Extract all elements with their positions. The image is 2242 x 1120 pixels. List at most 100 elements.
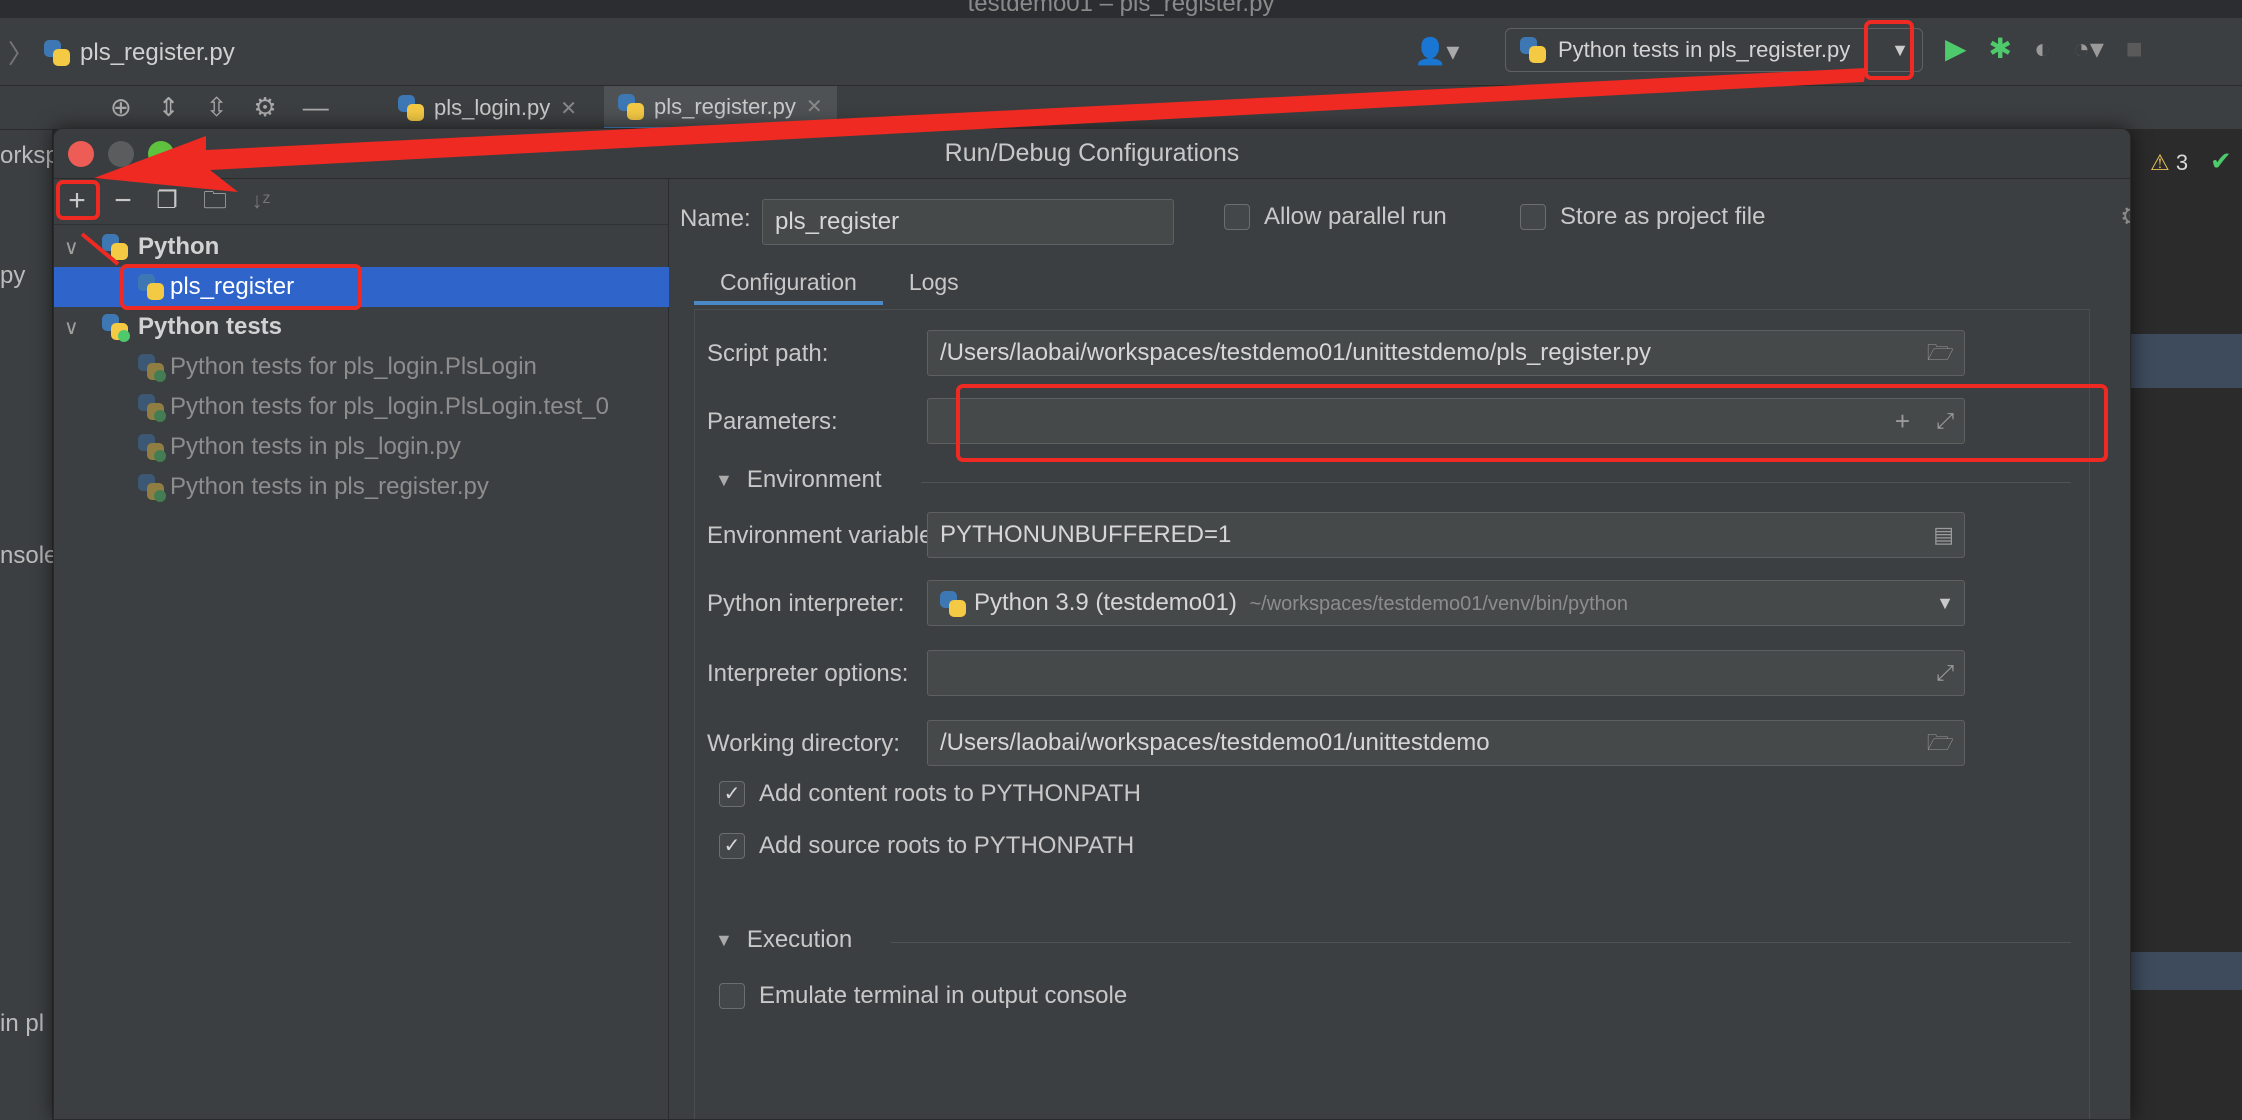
tree-group-python-tests[interactable]: ∨ Python tests	[54, 307, 669, 347]
checkbox-label: Add source roots to PYTHONPATH	[759, 832, 1135, 859]
tree-item-test-config[interactable]: Python tests for pls_login.PlsLogin.test…	[54, 387, 669, 427]
config-tabs: Configuration Logs	[694, 259, 985, 305]
chevron-down-icon[interactable]: ∨	[64, 315, 79, 340]
stop-icon[interactable]: ■	[2126, 33, 2143, 65]
warning-icon: ⚠	[2150, 150, 2170, 175]
environment-section[interactable]: ▼ Environment	[715, 466, 882, 494]
run-config-label: Python tests in pls_register.py	[1558, 37, 1851, 62]
tree-label: Python	[138, 233, 220, 260]
divider	[891, 942, 2071, 943]
new-folder-icon[interactable]: 🗀	[196, 183, 234, 221]
folder-icon[interactable]: 🗁	[1927, 331, 1954, 375]
name-field[interactable]: pls_register	[762, 199, 1174, 245]
close-window-button[interactable]	[68, 141, 94, 167]
inspection-widget[interactable]: ⚠ 3	[2150, 150, 2188, 176]
gear-icon[interactable]: ⚙	[253, 92, 276, 123]
tab-pls-register[interactable]: pls_register.py ✕	[604, 86, 837, 130]
script-path-field[interactable]: /Users/laobai/workspaces/testdemo01/unit…	[927, 330, 1965, 376]
tab-logs[interactable]: Logs	[883, 259, 985, 305]
python-tests-icon	[138, 394, 166, 422]
tree-group-python[interactable]: ∨ Python	[54, 227, 669, 267]
env-vars-value: PYTHONUNBUFFERED=1	[940, 521, 1232, 548]
python-tests-icon	[138, 354, 166, 382]
checkbox-box[interactable]: ✓	[719, 833, 745, 859]
checkbox-box[interactable]	[1520, 204, 1546, 230]
document-icon[interactable]: ▤	[1933, 513, 1954, 557]
breadcrumb-separator: 〉	[8, 39, 35, 69]
interp-options-label: Interpreter options:	[707, 660, 909, 687]
tree-item-test-config[interactable]: Python tests in pls_login.py	[54, 427, 669, 467]
run-icon[interactable]: ▶	[1945, 32, 1967, 65]
parameters-label: Parameters:	[707, 408, 838, 435]
name-label: Name:	[680, 205, 751, 232]
tree-label: Python tests in pls_register.py	[170, 473, 489, 500]
close-icon[interactable]: ✕	[560, 96, 577, 121]
config-editor-pane: Name: pls_register Allow parallel run St…	[670, 179, 2130, 1119]
python-tests-icon	[102, 314, 130, 342]
annotation-dropdown-box	[1864, 20, 1914, 80]
editor-highlight	[2130, 334, 2242, 388]
check-icon[interactable]: ✔	[2210, 146, 2232, 177]
sort-icon[interactable]: ↓ᶻ	[242, 183, 280, 221]
section-title: Execution	[746, 926, 853, 953]
checkbox-label: Emulate terminal in output console	[759, 982, 1128, 1009]
triangle-down-icon[interactable]: ▼	[715, 930, 733, 951]
expand-icon[interactable]: ⤢	[1936, 651, 1954, 695]
divider	[921, 482, 2071, 483]
user-icon[interactable]: 👤▾	[1414, 36, 1462, 68]
profile-icon[interactable]: ◔▾	[2073, 32, 2104, 65]
breadcrumb-file[interactable]: pls_register.py	[80, 39, 235, 67]
interpreter-select[interactable]: Python 3.9 (testdemo01) ~/workspaces/tes…	[927, 580, 1965, 626]
debug-icon[interactable]: ✱	[1989, 32, 2012, 65]
script-path-value: /Users/laobai/workspaces/testdemo01/unit…	[940, 339, 1652, 366]
collapse-all-icon[interactable]: ⇳	[206, 92, 228, 123]
store-project-checkbox[interactable]: Store as project file	[1520, 203, 1765, 231]
close-icon[interactable]: ✕	[806, 94, 823, 119]
zoom-window-button[interactable]	[148, 141, 174, 167]
checkbox-box[interactable]	[719, 983, 745, 1009]
coverage-icon[interactable]: ◐	[2034, 33, 2051, 65]
copy-config-icon[interactable]: ❐	[148, 183, 186, 221]
execution-section[interactable]: ▼ Execution	[715, 926, 852, 954]
hide-icon[interactable]: —	[303, 92, 329, 123]
gear-icon[interactable]: ⚙	[2120, 201, 2130, 232]
checkbox-box[interactable]	[1224, 204, 1250, 230]
folder-icon[interactable]: 🗁	[1927, 721, 1954, 765]
python-tests-icon	[138, 474, 166, 502]
tree-item-test-config[interactable]: Python tests in pls_register.py	[54, 467, 669, 507]
tab-label: pls_register.py	[654, 93, 796, 119]
script-path-label: Script path:	[707, 340, 829, 367]
interpreter-name: Python 3.9 (testdemo01)	[974, 589, 1237, 616]
checkbox-box[interactable]: ✓	[719, 781, 745, 807]
tree-label: Python tests for pls_login.PlsLogin	[170, 353, 537, 380]
checkbox-label: Add content roots to PYTHONPATH	[759, 780, 1141, 807]
source-roots-checkbox[interactable]: ✓ Add source roots to PYTHONPATH	[719, 832, 1134, 860]
env-vars-label: Environment variables:	[707, 522, 952, 549]
working-dir-field[interactable]: /Users/laobai/workspaces/testdemo01/unit…	[927, 720, 1965, 766]
python-icon	[102, 234, 128, 260]
allow-parallel-checkbox[interactable]: Allow parallel run	[1224, 203, 1447, 231]
content-roots-checkbox[interactable]: ✓ Add content roots to PYTHONPATH	[719, 780, 1141, 808]
breadcrumb[interactable]: 〉 pls_register.py	[8, 34, 235, 71]
editor-tab-bar: ⊕ ⇕ ⇳ ⚙ — pls_login.py ✕ pls_register.py…	[0, 86, 2242, 130]
python-tests-icon	[138, 434, 166, 462]
env-vars-field[interactable]: PYTHONUNBUFFERED=1 ▤	[927, 512, 1965, 558]
expand-all-icon[interactable]: ⇕	[158, 92, 180, 123]
triangle-down-icon[interactable]: ▼	[715, 470, 733, 491]
run-config-combo[interactable]: Python tests in pls_register.py ▼	[1505, 28, 1923, 72]
working-dir-label: Working directory:	[707, 730, 900, 757]
interpreter-path: ~/workspaces/testdemo01/venv/bin/python	[1249, 593, 1629, 615]
emulate-terminal-checkbox[interactable]: Emulate terminal in output console	[719, 982, 1127, 1010]
interp-options-field[interactable]: ⤢	[927, 650, 1965, 696]
chevron-down-icon[interactable]: ∨	[64, 235, 79, 260]
tab-configuration[interactable]: Configuration	[694, 259, 883, 305]
minimize-window-button[interactable]	[108, 141, 134, 167]
python-file-icon	[44, 39, 71, 66]
checkbox-label: Allow parallel run	[1264, 203, 1447, 230]
tree-label: Python tests in pls_login.py	[170, 433, 461, 460]
locate-icon[interactable]: ⊕	[110, 92, 132, 123]
tree-item-test-config[interactable]: Python tests for pls_login.PlsLogin	[54, 347, 669, 387]
tab-pls-login[interactable]: pls_login.py ✕	[384, 86, 591, 130]
remove-config-button[interactable]: −	[104, 183, 142, 221]
chevron-down-icon[interactable]: ▼	[1936, 581, 1954, 625]
